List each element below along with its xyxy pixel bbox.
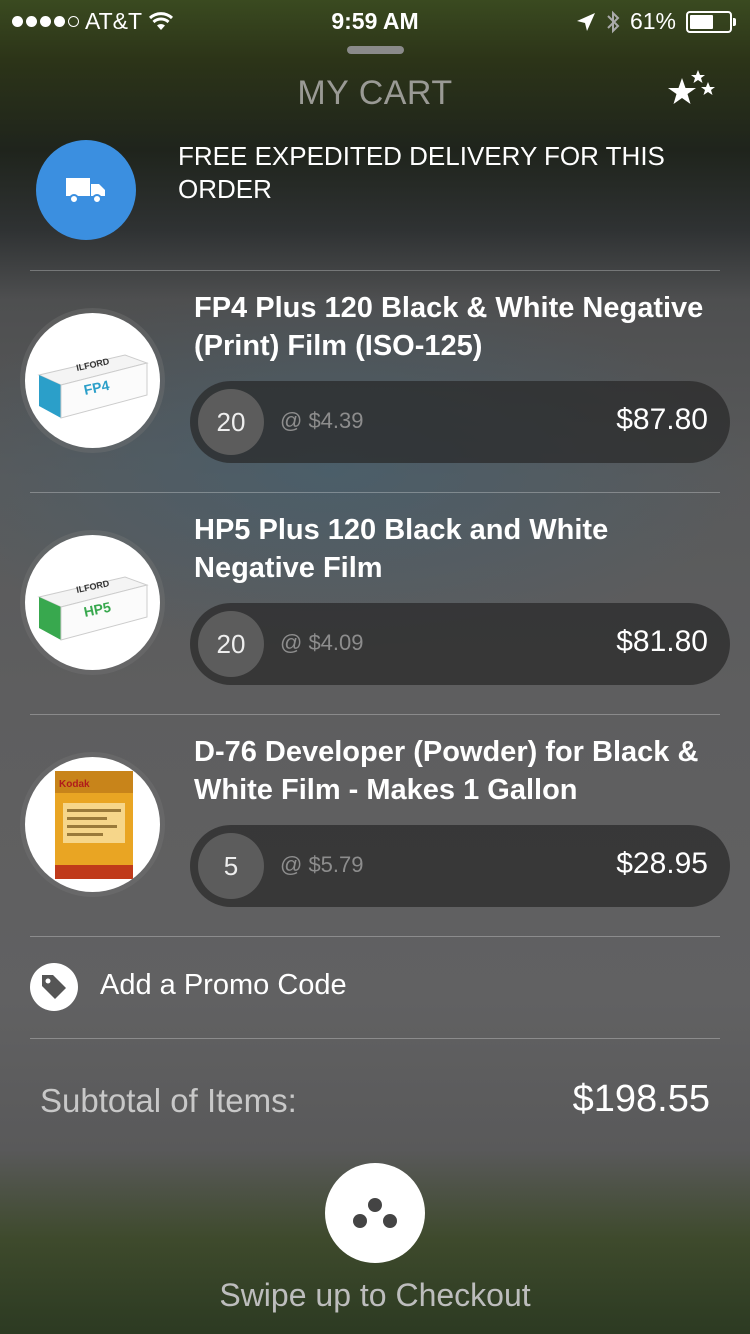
delivery-badge (36, 140, 136, 240)
status-right: 61% (576, 8, 736, 35)
checkout-button[interactable] (325, 1163, 425, 1263)
product-image[interactable]: ILFORD FP4 (20, 308, 165, 453)
product-image[interactable]: Kodak (20, 752, 165, 897)
divider (30, 1038, 720, 1039)
bluetooth-icon (607, 10, 620, 33)
unit-price: @ $5.79 (280, 852, 364, 877)
dots-icon (353, 1214, 367, 1228)
dots-icon (383, 1214, 397, 1228)
dots-icon (368, 1198, 382, 1212)
location-arrow-icon (576, 12, 595, 31)
delivery-message: FREE EXPEDITED DELIVERY FOR THIS ORDER (178, 141, 665, 204)
status-bar: AT&T 9:59 AM 61% (0, 0, 750, 40)
divider (30, 714, 720, 715)
unit-price: @ $4.39 (280, 408, 364, 433)
line-total: $28.95 (616, 847, 708, 880)
tag-icon[interactable] (30, 963, 78, 1011)
battery-percent: 61% (629, 8, 676, 34)
film-box-icon: ILFORD HP5 (37, 576, 149, 641)
divider (30, 936, 720, 937)
product-image[interactable]: ILFORD HP5 (20, 530, 165, 675)
quantity-stepper[interactable]: 5 (198, 833, 264, 899)
add-promo-code-button[interactable]: Add a Promo Code (100, 969, 347, 1002)
battery-icon (686, 10, 736, 33)
film-box-icon: ILFORD FP4 (37, 354, 149, 419)
page-title: MY CART (297, 74, 453, 112)
quantity-stepper[interactable]: 20 (198, 389, 264, 455)
svg-text:Kodak: Kodak (59, 779, 90, 790)
product-name[interactable]: FP4 Plus 120 Black & White Negative (Pri… (194, 289, 724, 365)
product-name[interactable]: HP5 Plus 120 Black and White Negative Fi… (194, 511, 724, 587)
subtotal-value: $198.55 (572, 1078, 710, 1120)
developer-pouch-icon: Kodak (55, 771, 133, 879)
stars-icon[interactable] (668, 68, 716, 108)
truck-icon (66, 178, 105, 204)
unit-price: @ $4.09 (280, 630, 364, 655)
sheet-grabber-handle[interactable] (347, 46, 404, 54)
divider (30, 492, 720, 493)
swipe-to-checkout-hint: Swipe up to Checkout (219, 1277, 531, 1313)
line-total: $87.80 (616, 403, 708, 436)
product-name[interactable]: D-76 Developer (Powder) for Black & Whit… (194, 733, 724, 809)
quantity-price-bar: 20 @ $4.39 $87.80 (190, 381, 730, 463)
line-total: $81.80 (616, 625, 708, 658)
quantity-price-bar: 5 @ $5.79 $28.95 (190, 825, 730, 907)
divider (30, 270, 720, 271)
quantity-price-bar: 20 @ $4.09 $81.80 (190, 603, 730, 685)
subtotal-label: Subtotal of Items: (40, 1082, 297, 1119)
quantity-stepper[interactable]: 20 (198, 611, 264, 677)
